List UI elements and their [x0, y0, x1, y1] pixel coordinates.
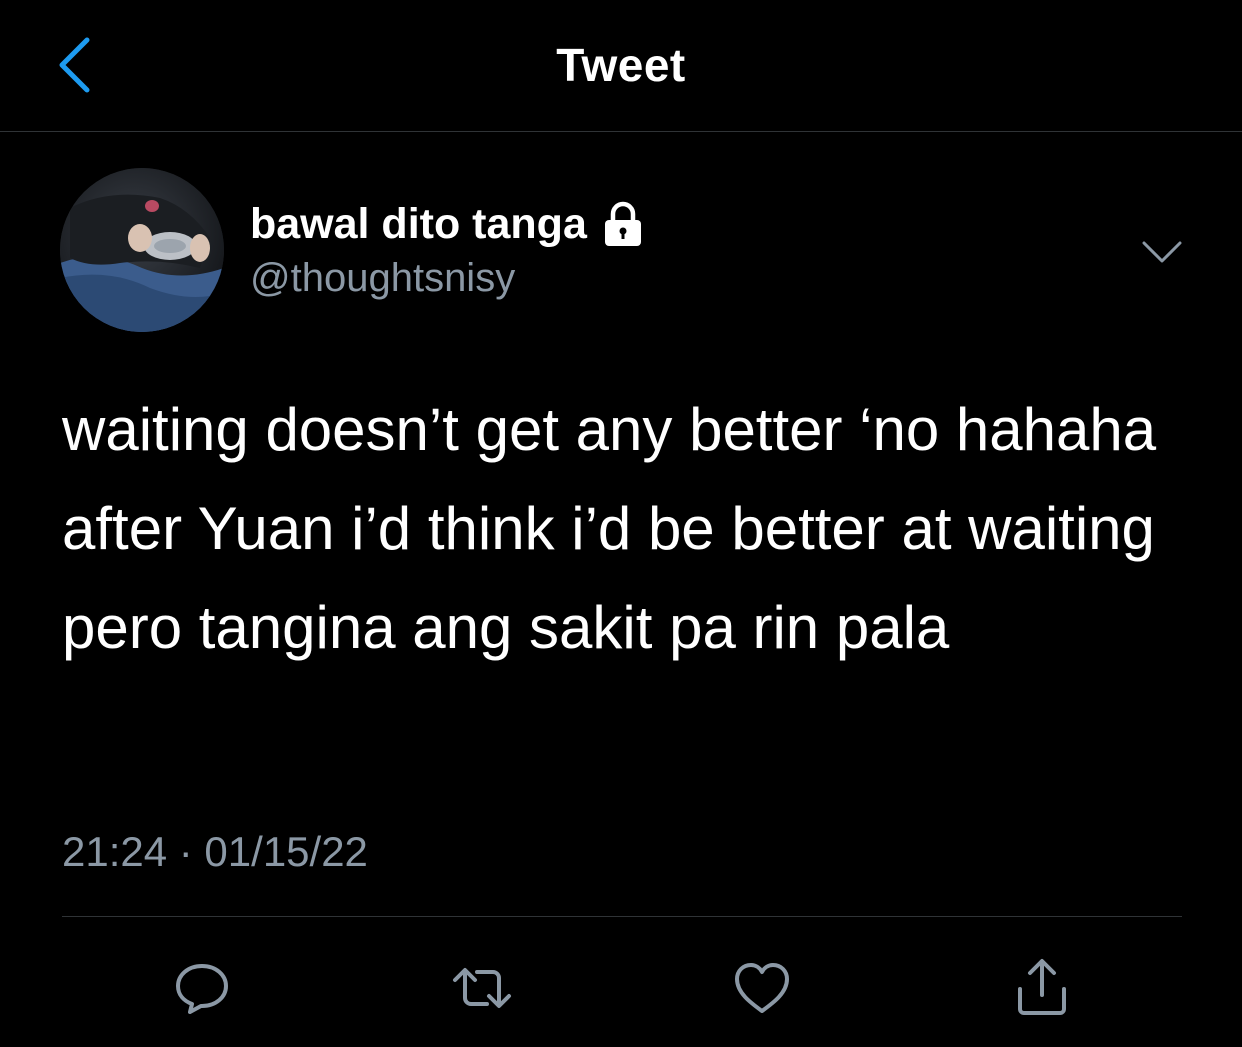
- retweet-icon: [453, 968, 511, 1008]
- retweet-button[interactable]: [442, 948, 522, 1028]
- author-handle[interactable]: @thoughtsnisy: [250, 256, 515, 301]
- page-title: Tweet: [556, 39, 686, 91]
- avatar[interactable]: [60, 168, 224, 332]
- share-button[interactable]: [1002, 948, 1082, 1028]
- reply-button[interactable]: [162, 948, 242, 1028]
- lock-icon: [604, 201, 641, 246]
- share-icon: [1018, 959, 1066, 1015]
- navigation-bar: Tweet: [0, 0, 1242, 132]
- avatar-photo: [60, 168, 224, 332]
- action-bar: [0, 948, 1242, 1028]
- display-name[interactable]: bawal dito tanga: [250, 200, 587, 249]
- heart-icon: [735, 963, 789, 1013]
- author-name-row: bawal dito tanga: [250, 196, 645, 252]
- more-options-button[interactable]: [1138, 232, 1186, 272]
- tweet-timestamp[interactable]: 21:24 · 01/15/22: [62, 828, 368, 876]
- like-button[interactable]: [722, 948, 802, 1028]
- chevron-down-icon: [1142, 241, 1182, 263]
- reply-bubble-icon: [176, 964, 228, 1014]
- tweet-text: waiting doesn’t get any better ‘no hahah…: [62, 396, 1157, 661]
- divider: [62, 916, 1182, 917]
